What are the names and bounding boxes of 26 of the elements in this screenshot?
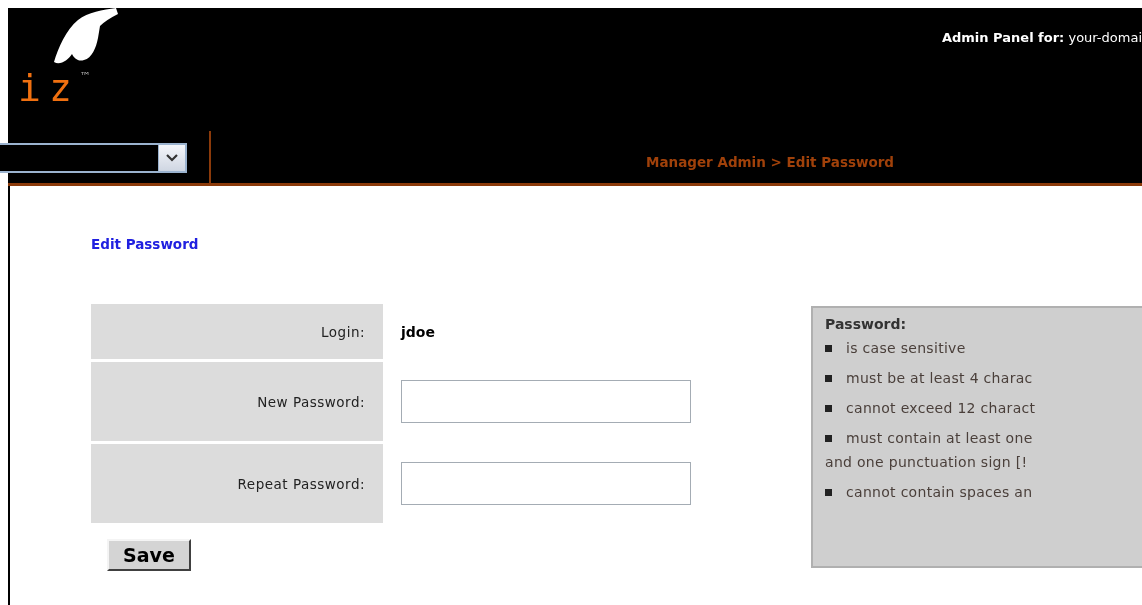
dropdown-field[interactable] [0,143,187,173]
field-label-cell: Login: [91,304,383,359]
page-title: Edit Password [91,235,200,252]
rule-text: is case sensitive [846,340,966,356]
logo-text: iz [18,66,80,110]
bullet-icon [825,374,832,382]
breadcrumb: Manager Admin > Edit Password [646,154,895,170]
save-button[interactable]: Save [107,539,191,571]
field-label-cell: Repeat Password: [91,444,383,523]
trademark-mark: ™ [79,70,91,83]
rule-text: must contain at least one [846,430,1033,446]
bullet-icon [825,404,832,412]
bullet-icon [825,344,832,352]
password-field[interactable] [401,462,691,505]
bullet-icon [825,434,832,442]
admin-panel-label: Admin Panel for: [941,30,1065,45]
password-field[interactable] [401,380,691,423]
login-value: jdoe [401,323,435,340]
rules-title: Password: [825,316,908,332]
rule-text: must be at least 4 charac [846,370,1033,386]
domain-name: your-domai [1068,30,1142,45]
rule-text: cannot contain spaces an [846,484,1033,500]
field-label-cell: New Password: [91,362,383,441]
rule-text: cannot exceed 12 charact [846,400,1036,416]
bullet-icon [825,488,832,496]
rule-text: and one punctuation sign [! [825,454,1029,470]
